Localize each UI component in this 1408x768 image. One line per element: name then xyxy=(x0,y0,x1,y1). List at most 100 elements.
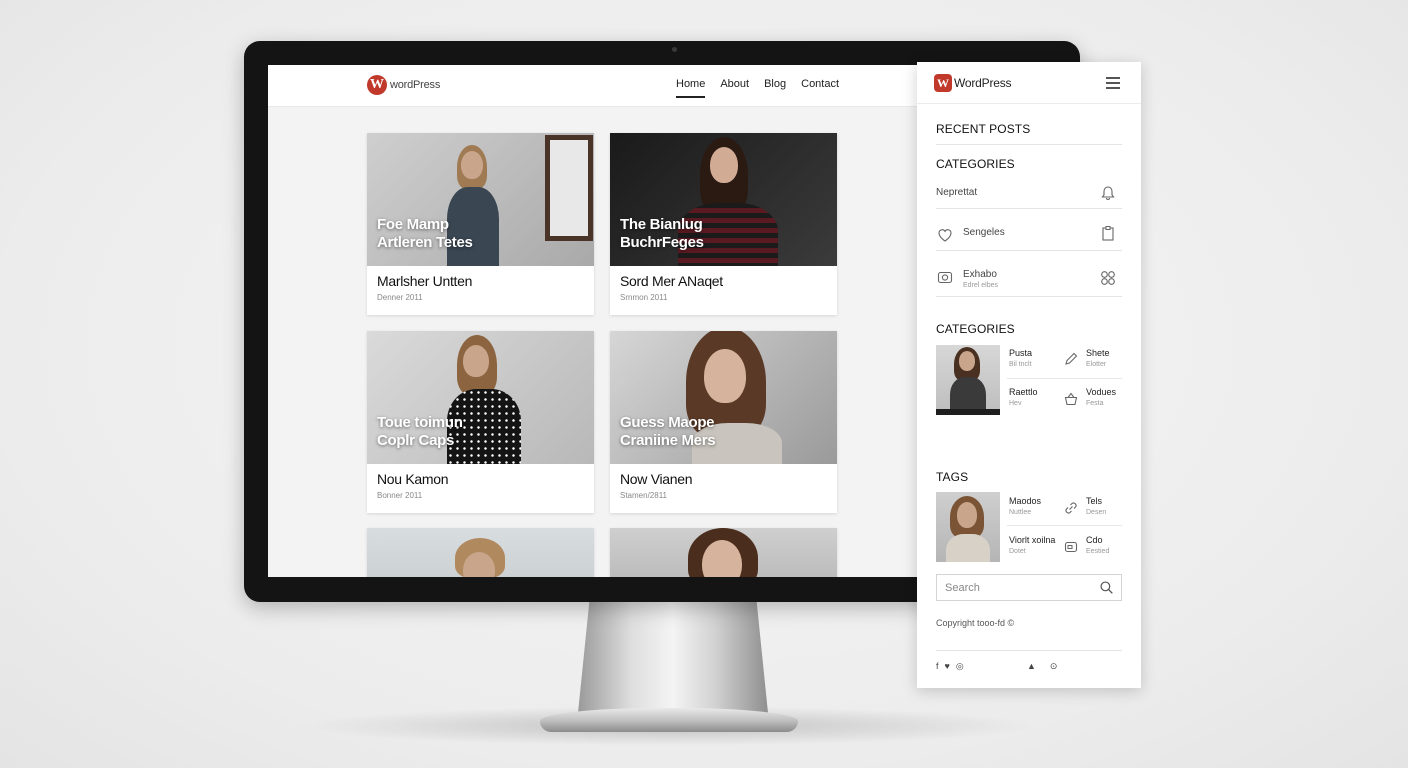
social-links: f ♥ ◎ xyxy=(936,661,964,672)
grid-item-title: Tels xyxy=(1086,496,1103,506)
post-card[interactable]: Guess Maope Craniine Mers Now Vianen Sta… xyxy=(610,331,837,513)
post-card[interactable]: Toue toimun Coplr Caps Nou Kamon Bonner … xyxy=(367,331,594,513)
nav-about[interactable]: About xyxy=(720,78,749,98)
post-card[interactable] xyxy=(610,528,837,577)
pencil-icon xyxy=(1065,352,1078,365)
post-date: Bonner 2011 xyxy=(377,491,423,500)
recent-posts-heading: RECENT POSTS xyxy=(936,122,1031,136)
twitter-icon[interactable]: ♥ xyxy=(945,661,950,672)
divider xyxy=(1007,525,1122,526)
category-label: Exhabo xyxy=(963,269,997,280)
site-logo[interactable]: W wordPress xyxy=(367,75,440,95)
tag-thumbnail[interactable] xyxy=(936,492,1000,562)
post-overlay-title: Foe Mamp Artleren Tetes xyxy=(377,216,473,251)
post-image xyxy=(610,528,837,577)
social-links-right: ▲ ⊙ xyxy=(1027,661,1057,672)
grid-item-title: Shete xyxy=(1086,348,1110,358)
share-icon[interactable]: ▲ xyxy=(1027,661,1036,672)
grid-item-sub: Nuttlee xyxy=(1009,509,1032,516)
category-grid-item[interactable]: Raettlo Hev xyxy=(1009,387,1038,407)
grid-item-title: Vodues xyxy=(1086,387,1117,397)
wordpress-logo-icon: W xyxy=(367,75,387,95)
copyright-text: Copyright tooo-fd © xyxy=(936,618,1015,628)
post-date: Srnmon 2011 xyxy=(620,293,668,302)
bell-icon xyxy=(1101,186,1115,200)
grid-item-title: Raettlo xyxy=(1009,387,1038,397)
post-title[interactable]: Marlsher Untten xyxy=(377,273,584,289)
grid-icon xyxy=(1101,271,1115,285)
sidebar-panel: W WordPress RECENT POSTS CATEGORIES Nepr… xyxy=(917,62,1141,688)
divider xyxy=(936,144,1122,145)
monitor-base xyxy=(540,708,798,732)
tag-grid-item[interactable]: Viorlt xoilna Dotet xyxy=(1009,535,1055,555)
post-image: Toue toimun Coplr Caps xyxy=(367,331,594,464)
post-title[interactable]: Now Vianen xyxy=(620,471,827,487)
category-item[interactable]: Neprettat xyxy=(936,182,1122,222)
post-image: The Bianlug BuchrFeges xyxy=(610,133,837,266)
post-card[interactable]: The Bianlug BuchrFeges Sord Mer ANaqet S… xyxy=(610,133,837,315)
category-item[interactable]: Sengeles xyxy=(936,222,1122,262)
site-logo-text: wordPress xyxy=(390,79,441,91)
category-grid-item[interactable]: Vodues Festa xyxy=(1086,387,1116,407)
divider xyxy=(936,650,1122,651)
grid-item-sub: Eestied xyxy=(1086,548,1110,555)
nav-blog[interactable]: Blog xyxy=(764,78,786,98)
post-overlay-title: The Bianlug BuchrFeges xyxy=(620,216,704,251)
post-date: Stamen/2811 xyxy=(620,491,667,500)
nav-contact[interactable]: Contact xyxy=(801,78,839,98)
search-placeholder: Search xyxy=(945,582,980,594)
post-date: Denner 2011 xyxy=(377,293,423,302)
search-input[interactable]: Search xyxy=(936,574,1122,601)
divider xyxy=(936,296,1122,297)
link-icon xyxy=(1065,502,1077,514)
post-card[interactable] xyxy=(367,528,594,577)
wordpress-logo-icon: W xyxy=(934,74,952,92)
camera xyxy=(672,47,677,52)
divider xyxy=(936,250,1122,251)
hamburger-menu-icon[interactable] xyxy=(1106,77,1120,89)
tag-grid-item[interactable]: Cdo Eestied xyxy=(1086,535,1109,555)
website-screen: W wordPress Home About Blog Contact Foe … xyxy=(268,65,918,577)
category-grid-item[interactable]: Shete Elotter xyxy=(1086,348,1110,368)
nav-home[interactable]: Home xyxy=(676,78,706,98)
divider xyxy=(936,208,1122,209)
post-overlay-title: Toue toimun Coplr Caps xyxy=(377,414,463,449)
category-grid-item[interactable]: Pusta Bil tnclt xyxy=(1009,348,1032,368)
site-header: W wordPress Home About Blog Contact xyxy=(268,65,918,107)
post-image: Guess Maope Craniine Mers xyxy=(610,331,837,464)
post-title[interactable]: Nou Kamon xyxy=(377,471,584,487)
post-card[interactable]: Foe Mamp Artleren Tetes Marlsher Untten … xyxy=(367,133,594,315)
info-icon[interactable]: ⊙ xyxy=(1050,661,1058,672)
tag-grid-item[interactable]: Tels Desen xyxy=(1086,496,1106,516)
heart-icon xyxy=(938,229,952,242)
grid-item-title: Maodos xyxy=(1009,496,1042,506)
categories-heading: CATEGORIES xyxy=(936,157,1015,171)
image-icon xyxy=(1064,541,1078,553)
search-icon[interactable] xyxy=(1099,580,1114,595)
grid-item-sub: Bil tnclt xyxy=(1009,361,1032,368)
tag-grid-item[interactable]: Maodos Nuttlee xyxy=(1009,496,1041,516)
category-item[interactable]: Exhabo Edrel elbes xyxy=(936,264,1122,304)
category-label: Neprettat xyxy=(936,187,978,198)
category-label: Sengeles xyxy=(963,227,1005,238)
facebook-icon[interactable]: f xyxy=(936,661,939,672)
picture-frame-decor xyxy=(545,135,593,241)
categories-heading-2: CATEGORIES xyxy=(936,322,1015,336)
basket-icon xyxy=(1064,392,1078,406)
divider xyxy=(1007,378,1122,379)
grid-item-sub: Hev xyxy=(1009,400,1022,407)
grid-item-sub: Desen xyxy=(1086,509,1107,516)
grid-item-title: Pusta xyxy=(1009,348,1033,358)
category-thumbnail[interactable] xyxy=(936,345,1000,415)
instagram-icon[interactable]: ◎ xyxy=(956,661,964,672)
panel-logo-text: WordPress xyxy=(954,76,1012,90)
category-sub: Edrel elbes xyxy=(963,282,999,289)
grid-item-sub: Dotet xyxy=(1009,548,1026,555)
post-overlay-title: Guess Maope Craniine Mers xyxy=(620,414,716,449)
post-title[interactable]: Sord Mer ANaqet xyxy=(620,273,827,289)
panel-logo[interactable]: W WordPress xyxy=(934,74,1012,92)
panel-header: W WordPress xyxy=(917,62,1141,104)
post-image: Foe Mamp Artleren Tetes xyxy=(367,133,594,266)
grid-item-sub: Festa xyxy=(1086,400,1104,407)
grid-item-title: Cdo xyxy=(1086,535,1103,545)
